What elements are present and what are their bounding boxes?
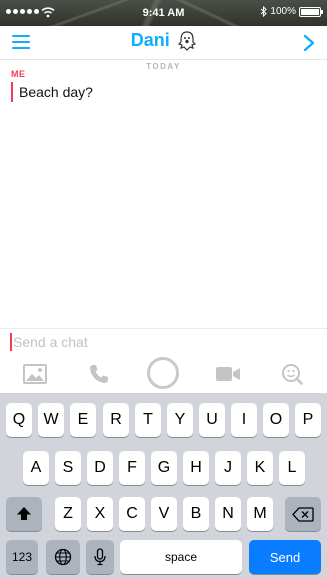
globe-key[interactable] bbox=[46, 540, 80, 574]
image-icon[interactable] bbox=[23, 364, 47, 384]
battery-icon bbox=[299, 6, 323, 17]
phone-icon[interactable] bbox=[88, 363, 110, 385]
key-y[interactable]: Y bbox=[167, 403, 193, 437]
send-button[interactable]: Send bbox=[249, 540, 321, 574]
contact-name[interactable]: Dani bbox=[131, 30, 170, 50]
key-p[interactable]: P bbox=[295, 403, 321, 437]
key-m[interactable]: M bbox=[247, 497, 273, 531]
chat-input[interactable]: Send a chat bbox=[0, 328, 327, 352]
sticker-icon[interactable] bbox=[281, 363, 303, 385]
key-x[interactable]: X bbox=[87, 497, 113, 531]
key-t[interactable]: T bbox=[135, 403, 161, 437]
key-q[interactable]: Q bbox=[6, 403, 32, 437]
shift-arrow-icon bbox=[17, 507, 31, 520]
space-key[interactable]: space bbox=[120, 540, 242, 574]
key-e[interactable]: E bbox=[70, 403, 96, 437]
key-n[interactable]: N bbox=[215, 497, 241, 531]
chevron-right-icon[interactable] bbox=[303, 34, 315, 52]
bluetooth-icon bbox=[261, 6, 268, 17]
key-k[interactable]: K bbox=[247, 451, 273, 485]
key-r[interactable]: R bbox=[103, 403, 129, 437]
keyboard: Q W E R T Y U I O P A S D F G H J K L Z … bbox=[0, 393, 327, 578]
title-wrap: Dani bbox=[0, 30, 327, 51]
chat-toolbar bbox=[0, 356, 327, 392]
status-right: 100% bbox=[260, 6, 323, 17]
chat-placeholder: Send a chat bbox=[13, 334, 88, 350]
shift-key[interactable] bbox=[6, 497, 42, 531]
key-j[interactable]: J bbox=[215, 451, 241, 485]
capture-button[interactable] bbox=[147, 357, 179, 389]
key-h[interactable]: H bbox=[183, 451, 209, 485]
date-separator: TODAY bbox=[146, 62, 181, 71]
ghost-icon bbox=[178, 30, 197, 51]
key-o[interactable]: O bbox=[263, 403, 289, 437]
key-d[interactable]: D bbox=[87, 451, 113, 485]
key-u[interactable]: U bbox=[199, 403, 225, 437]
numbers-key[interactable]: 123 bbox=[6, 540, 38, 574]
key-i[interactable]: I bbox=[231, 403, 257, 437]
key-f[interactable]: F bbox=[119, 451, 145, 485]
sender-label: ME bbox=[11, 69, 26, 79]
key-b[interactable]: B bbox=[183, 497, 209, 531]
chat-header: Dani bbox=[0, 26, 327, 60]
microphone-key[interactable] bbox=[86, 540, 114, 574]
text-cursor bbox=[10, 333, 12, 351]
globe-icon bbox=[54, 548, 72, 566]
status-bar: 9:41 AM 100% bbox=[0, 0, 327, 26]
key-l[interactable]: L bbox=[279, 451, 305, 485]
key-a[interactable]: A bbox=[23, 451, 49, 485]
backspace-key[interactable] bbox=[285, 497, 321, 531]
key-c[interactable]: C bbox=[119, 497, 145, 531]
key-z[interactable]: Z bbox=[55, 497, 81, 531]
backspace-icon bbox=[292, 506, 314, 522]
key-s[interactable]: S bbox=[55, 451, 81, 485]
key-v[interactable]: V bbox=[151, 497, 177, 531]
key-w[interactable]: W bbox=[38, 403, 64, 437]
message-text[interactable]: Beach day? bbox=[11, 82, 93, 102]
key-g[interactable]: G bbox=[151, 451, 177, 485]
microphone-icon bbox=[94, 548, 106, 566]
video-icon[interactable] bbox=[215, 364, 241, 384]
battery-percent: 100% bbox=[270, 6, 296, 17]
